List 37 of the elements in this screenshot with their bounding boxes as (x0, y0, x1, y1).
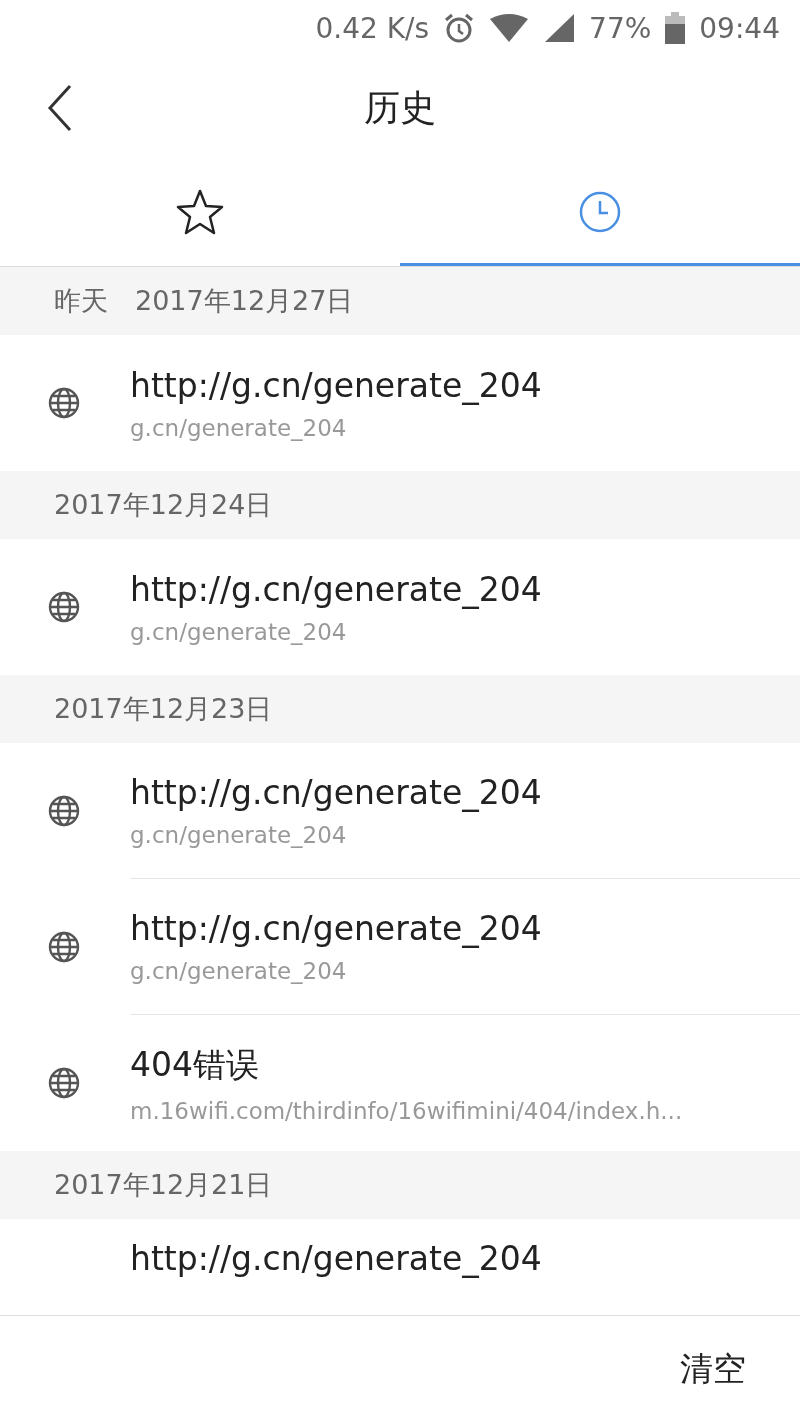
alarm-icon (443, 12, 476, 44)
clock-icon (578, 189, 622, 234)
battery-percent: 77% (589, 11, 652, 45)
page-title-text: http://g.cn/generate_204 (130, 365, 543, 405)
history-item[interactable]: 404错误 m.16wifi.com/thirdinfo/16wifimini/404/index.h... (0, 1015, 800, 1151)
date-header: 昨天 2017年12月27日 (0, 267, 800, 335)
page-title: 历史 (364, 85, 436, 130)
globe-icon (48, 795, 80, 827)
clock-time: 09:44 (699, 11, 780, 45)
network-speed: 0.42 K/s (315, 11, 430, 45)
globe-icon (48, 1067, 80, 1099)
page-url: m.16wifi.com/thirdinfo/16wifimini/404/index.h... (130, 1097, 684, 1124)
globe-icon (48, 387, 80, 419)
globe-icon (48, 931, 80, 963)
page-title-text: http://g.cn/generate_204 (130, 909, 543, 948)
history-item[interactable]: http://g.cn/generate_204 g.cn/generate_204 (0, 743, 800, 879)
date-header: 2017年12月24日 (0, 471, 800, 539)
date-header: 2017年12月23日 (0, 675, 800, 743)
history-item[interactable]: http://g.cn/generate_204 g.cn/generate_204 (0, 539, 800, 675)
history-item[interactable]: http://g.cn/generate_204 g.cn/generate_204 (0, 879, 800, 1015)
star-icon (175, 187, 225, 236)
page-title-text: http://g.cn/generate_204 (130, 569, 543, 609)
history-item[interactable]: http://g.cn/generate_204 (0, 1219, 800, 1278)
battery-icon (665, 12, 686, 44)
page-title-text: 404错误 (130, 1043, 260, 1086)
page-url: g.cn/generate_204 (130, 414, 348, 441)
date-header: 2017年12月21日 (0, 1151, 800, 1219)
globe-icon (48, 591, 80, 623)
wifi-icon (489, 13, 530, 43)
clear-button[interactable]: 清空 (674, 1342, 752, 1396)
signal-icon (543, 13, 576, 43)
page-url: g.cn/generate_204 (130, 822, 348, 848)
page-title-text: http://g.cn/generate_204 (130, 773, 543, 812)
page-url: g.cn/generate_204 (130, 618, 348, 645)
page-url: g.cn/generate_204 (130, 958, 348, 984)
history-item[interactable]: http://g.cn/generate_204 g.cn/generate_204 (0, 335, 800, 471)
page-title-text: http://g.cn/generate_204 (130, 1239, 543, 1278)
